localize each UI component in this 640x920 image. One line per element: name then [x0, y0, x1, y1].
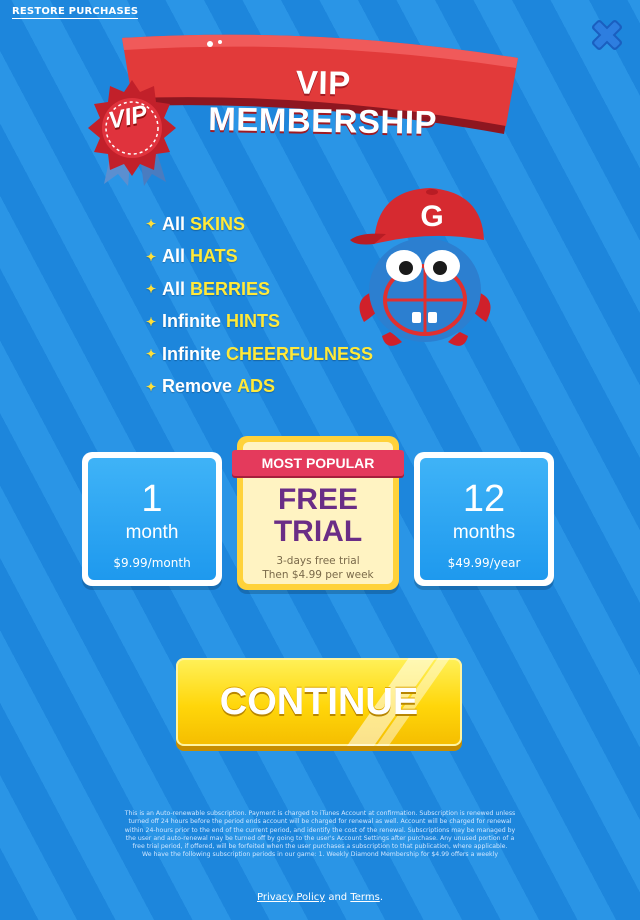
- feature-prefix: Infinite: [162, 343, 221, 364]
- restore-purchases-link[interactable]: RESTORE PURCHASES: [12, 6, 139, 19]
- feature-prefix: Infinite: [162, 311, 221, 332]
- plan-number: 12: [462, 478, 506, 520]
- most-popular-ribbon: MOST POPULAR: [232, 450, 404, 476]
- feature-item: ✦ All HATS: [146, 241, 373, 274]
- vip-title: VIP MEMBERSHIP: [208, 63, 438, 141]
- star-bullet-icon: ✦: [146, 314, 157, 329]
- footer-links: Privacy Policy and Terms.: [0, 892, 640, 903]
- trial-label: TRIAL: [273, 515, 363, 548]
- feature-prefix: Remove: [162, 376, 233, 397]
- and-text: and: [328, 892, 348, 903]
- plan-number: 1: [141, 478, 163, 520]
- plan-card-1-month[interactable]: 1 month $9.99/month: [82, 452, 222, 586]
- continue-label: CONTINUE: [219, 680, 419, 723]
- plan-price: $9.99/month: [113, 556, 191, 570]
- star-bullet-icon: ✦: [146, 217, 157, 232]
- feature-highlight: HATS: [190, 246, 238, 267]
- feature-prefix: All: [162, 213, 186, 234]
- feature-highlight: SKINS: [190, 213, 246, 234]
- star-bullet-icon: ✦: [146, 249, 157, 264]
- feature-list: ✦ All SKINS ✦ All HATS ✦ All BERRIES ✦ I…: [146, 208, 373, 403]
- trial-subtitle-2: Then $4.99 per week: [262, 569, 374, 581]
- period-text: .: [379, 892, 383, 903]
- plan-price: $49.99/year: [447, 556, 521, 570]
- feature-highlight: ADS: [237, 376, 276, 397]
- legal-disclaimer: This is an Auto-renewable subscription. …: [120, 810, 520, 860]
- feature-prefix: All: [162, 278, 186, 299]
- star-bullet-icon: ✦: [146, 379, 157, 394]
- privacy-policy-link[interactable]: Privacy Policy: [257, 892, 325, 903]
- plan-card-inner: 1 month $9.99/month: [88, 458, 216, 580]
- close-x-icon[interactable]: [588, 16, 626, 54]
- feature-item: ✦ All BERRIES: [146, 273, 373, 306]
- terms-link[interactable]: Terms: [350, 892, 379, 903]
- feature-item: ✦ Remove ADS: [146, 371, 373, 404]
- mascot-character: G: [350, 188, 491, 346]
- plan-card-12-months[interactable]: 12 months $49.99/year: [414, 452, 554, 586]
- feature-item: ✦ Infinite CHEERFULNESS: [146, 338, 373, 371]
- continue-button[interactable]: CONTINUE: [176, 658, 462, 746]
- legal-text: This is an Auto-renewable subscription. …: [124, 810, 516, 851]
- cap-letter: G: [420, 200, 443, 233]
- plan-unit: months: [452, 522, 516, 543]
- feature-highlight: BERRIES: [190, 278, 271, 299]
- feature-prefix: All: [162, 246, 186, 267]
- plan-unit: month: [125, 522, 179, 543]
- feature-highlight: HINTS: [226, 311, 280, 332]
- plan-card-inner: 12 months $49.99/year: [420, 458, 548, 580]
- free-label: FREE: [277, 483, 358, 516]
- star-bullet-icon: ✦: [146, 282, 157, 297]
- legal-text-2: We have the following subscription perio…: [141, 851, 499, 859]
- feature-item: ✦ Infinite HINTS: [146, 306, 373, 339]
- trial-subtitle-1: 3-days free trial: [276, 555, 360, 567]
- star-bullet-icon: ✦: [146, 347, 157, 362]
- feature-item: ✦ All SKINS: [146, 208, 373, 241]
